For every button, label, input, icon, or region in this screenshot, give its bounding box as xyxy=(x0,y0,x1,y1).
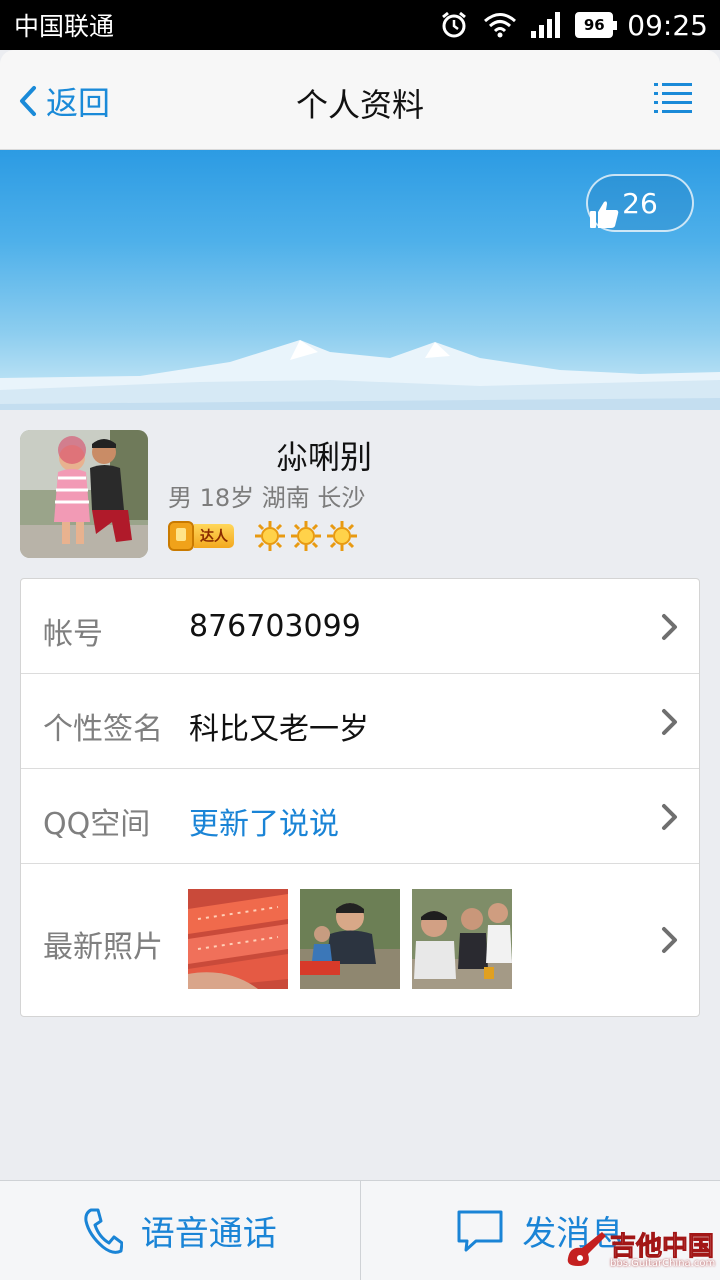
medal-icon xyxy=(168,521,194,551)
qzone-update-link[interactable]: 更新了说说 xyxy=(189,799,339,843)
row-label: 最新照片 xyxy=(43,930,163,965)
account-number: 876703099 xyxy=(189,609,361,644)
photo-thumbnails xyxy=(188,889,512,989)
photo-thumbnail[interactable] xyxy=(300,889,400,989)
like-button[interactable]: 26 xyxy=(586,174,694,232)
thumbs-up-icon xyxy=(590,201,619,228)
battery-icon: 96 xyxy=(575,12,618,38)
watermark: 吉他中国 bbs.GuitarChina.com xyxy=(564,1222,716,1276)
chat-bubble-icon xyxy=(457,1210,503,1251)
phone-icon xyxy=(84,1208,123,1254)
carrier-name: 中国联通 xyxy=(14,12,115,41)
row-label: 帐号 xyxy=(43,617,103,652)
page-title: 个人资料 xyxy=(295,86,424,124)
signal-icon xyxy=(531,12,561,38)
row-label: 个性签名 xyxy=(43,712,163,747)
profile-info-list: 帐号 876703099 个性签名 科比又老一岁 QQ空间 更新了说说 最新照片 xyxy=(20,578,700,1017)
status-bar: 中国联通 96 09:25 xyxy=(0,0,720,50)
cover-image: 26 xyxy=(0,150,720,410)
photos-row[interactable]: 最新照片 xyxy=(21,864,699,1016)
chevron-right-icon xyxy=(662,804,677,830)
photo-thumbnail[interactable] xyxy=(188,889,288,989)
status-icons: 96 09:25 xyxy=(439,9,708,42)
watermark-subtitle: bbs.GuitarChina.com xyxy=(610,1258,716,1269)
voice-call-button[interactable]: 语音通话 xyxy=(0,1181,360,1280)
chevron-right-icon xyxy=(662,927,677,953)
chevron-right-icon xyxy=(662,709,677,735)
badges: 达人 xyxy=(168,520,358,552)
nickname: 尛唎别 xyxy=(276,438,373,476)
row-label: QQ空间 xyxy=(43,807,151,842)
account-row[interactable]: 帐号 876703099 xyxy=(21,579,699,674)
clock: 09:25 xyxy=(627,8,708,42)
like-count: 26 xyxy=(622,186,658,220)
wifi-icon xyxy=(483,12,517,38)
list-menu-icon[interactable] xyxy=(654,82,692,118)
alarm-icon xyxy=(439,10,469,40)
voice-call-label: 语音通话 xyxy=(140,1214,277,1254)
signature-row[interactable]: 个性签名 科比又老一岁 xyxy=(21,674,699,769)
photo-thumbnail[interactable] xyxy=(412,889,512,989)
daren-label: 达人 xyxy=(194,524,234,548)
guitar-logo-icon xyxy=(567,1232,606,1266)
sun-level-icon xyxy=(291,521,321,551)
sun-level-icon xyxy=(255,521,285,551)
daren-badge[interactable]: 达人 xyxy=(168,521,234,551)
avatar[interactable] xyxy=(20,430,148,558)
sun-level-icon xyxy=(327,521,357,551)
snow-mountain-image xyxy=(0,340,720,410)
chevron-right-icon xyxy=(662,614,677,640)
user-meta: 男 18岁 湖南 长沙 xyxy=(168,484,366,512)
nav-bar: 返回 个人资料 xyxy=(0,50,720,150)
signature-text: 科比又老一岁 xyxy=(189,712,369,747)
qzone-row[interactable]: QQ空间 更新了说说 xyxy=(21,769,699,864)
